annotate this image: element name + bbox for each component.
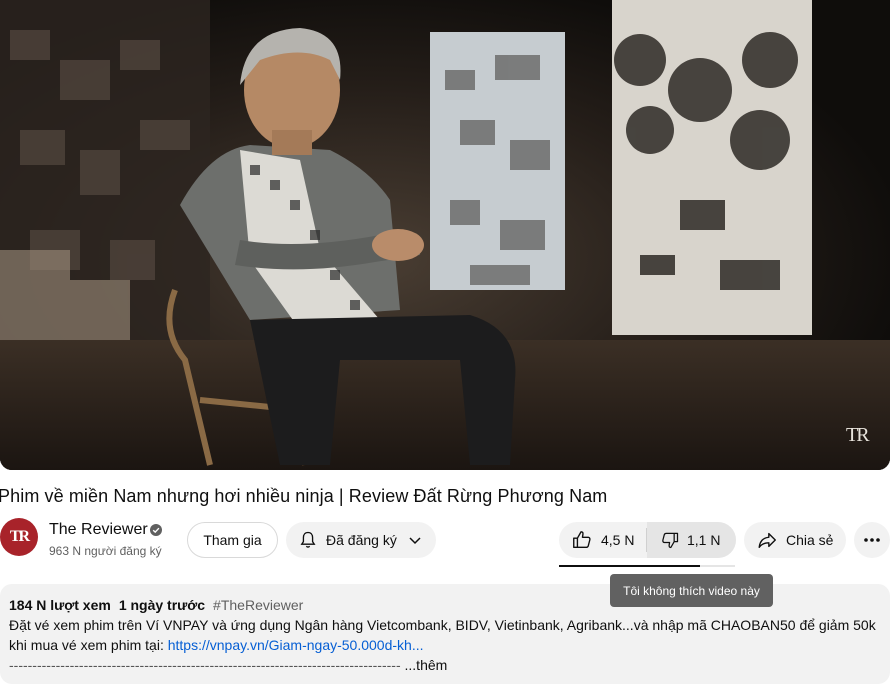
description-line-2: khi mua vé xem phim tại: https://vnpay.v… — [9, 637, 424, 653]
video-title: Phim về miền Nam nhưng hơi nhiều ninja |… — [0, 486, 608, 506]
subscriber-count: 963 N người đăng ký — [49, 544, 162, 558]
more-horizontal-icon — [864, 538, 880, 542]
subscribed-button[interactable]: Đã đăng ký — [286, 522, 436, 558]
join-label: Tham gia — [203, 532, 262, 548]
share-button[interactable]: Chia sẻ — [744, 522, 846, 558]
hashtag-link[interactable]: #TheReviewer — [213, 597, 303, 613]
thumbs-down-icon — [662, 532, 679, 549]
show-more-link[interactable]: ...thêm — [405, 657, 448, 673]
channel-avatar[interactable]: TR — [0, 518, 38, 556]
description-line-3: ----------------------------------------… — [9, 657, 447, 673]
description-rule: ----------------------------------------… — [9, 657, 401, 673]
description-line-1: Đặt vé xem phim trên Ví VNPAY và ứng dụn… — [9, 617, 876, 633]
like-button[interactable]: 4,5 N — [559, 522, 646, 558]
description-line-2-text: khi mua vé xem phim tại: — [9, 637, 168, 653]
like-ratio-fill — [559, 565, 700, 567]
channel-name[interactable]: The Reviewer — [49, 521, 148, 539]
like-ratio-bar — [559, 565, 735, 567]
join-button[interactable]: Tham gia — [187, 522, 278, 558]
video-frame — [0, 0, 890, 470]
view-count: 184 N lượt xem — [9, 597, 111, 613]
share-icon — [758, 532, 776, 549]
like-dislike-bar: 4,5 N 1,1 N — [559, 522, 736, 558]
dislike-tooltip: Tôi không thích video này — [610, 574, 773, 607]
dislike-button[interactable]: 1,1 N — [647, 522, 736, 558]
subscribed-label: Đã đăng ký — [326, 532, 397, 548]
share-label: Chia sẻ — [786, 532, 834, 548]
description-meta: 184 N lượt xem 1 ngày trước #TheReviewer — [9, 597, 303, 613]
video-player[interactable]: TR — [0, 0, 890, 470]
verified-check-icon — [150, 524, 162, 536]
description-link[interactable]: https://vnpay.vn/Giam-ngay-50.000d-kh... — [168, 637, 424, 653]
chevron-down-icon — [409, 537, 421, 545]
upload-time: 1 ngày trước — [118, 597, 206, 613]
thumbs-up-icon — [573, 531, 591, 549]
channel-watermark: TR — [846, 424, 870, 446]
like-count: 4,5 N — [601, 532, 635, 548]
bell-icon — [300, 531, 316, 548]
more-actions-button[interactable] — [854, 522, 890, 558]
avatar-text: TR — [9, 528, 30, 545]
dislike-count: 1,1 N — [687, 532, 721, 548]
